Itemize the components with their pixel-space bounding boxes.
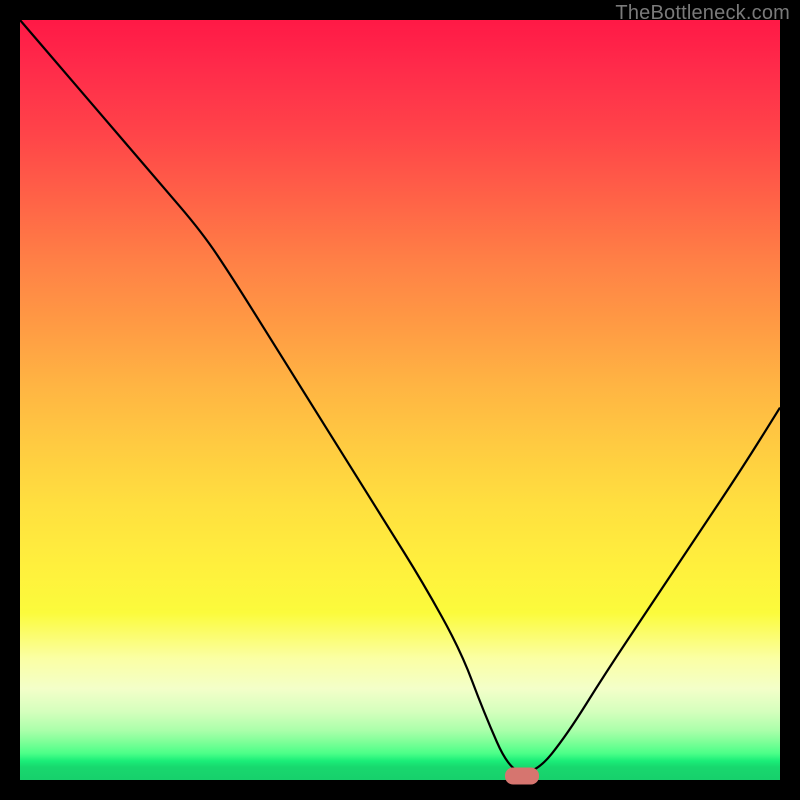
chart-line-layer <box>20 20 780 780</box>
watermark-text: TheBottleneck.com <box>615 2 790 25</box>
root-canvas: TheBottleneck.com <box>0 0 800 800</box>
optimum-marker <box>505 768 539 785</box>
plot-area <box>20 20 780 780</box>
bottleneck-curve-path <box>20 20 780 772</box>
